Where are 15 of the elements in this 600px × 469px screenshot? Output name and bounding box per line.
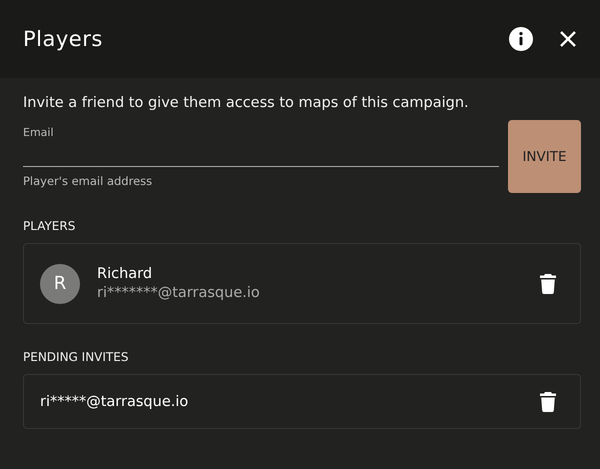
invite-email: ri*****@tarrasque.io: [40, 394, 190, 410]
player-name: Richard: [97, 266, 154, 282]
section-heading: PLAYERS: [23, 219, 76, 233]
section-heading: PENDING INVITES: [23, 350, 130, 364]
intro-text: Invite a friend to give them access to maps of this campaign.: [23, 95, 470, 111]
field-label: Email: [23, 126, 55, 139]
trash-icon[interactable]: [540, 392, 556, 412]
helper-text: Player's email address: [23, 174, 154, 188]
avatar: R: [40, 264, 80, 304]
close-icon[interactable]: [559, 30, 577, 48]
player-email: ri*******@tarrasque.io: [97, 285, 261, 301]
trash-icon[interactable]: [540, 274, 556, 294]
invite-button[interactable]: INVITE: [508, 120, 581, 193]
info-icon[interactable]: [509, 27, 533, 51]
dialog-title: Players: [23, 27, 104, 51]
